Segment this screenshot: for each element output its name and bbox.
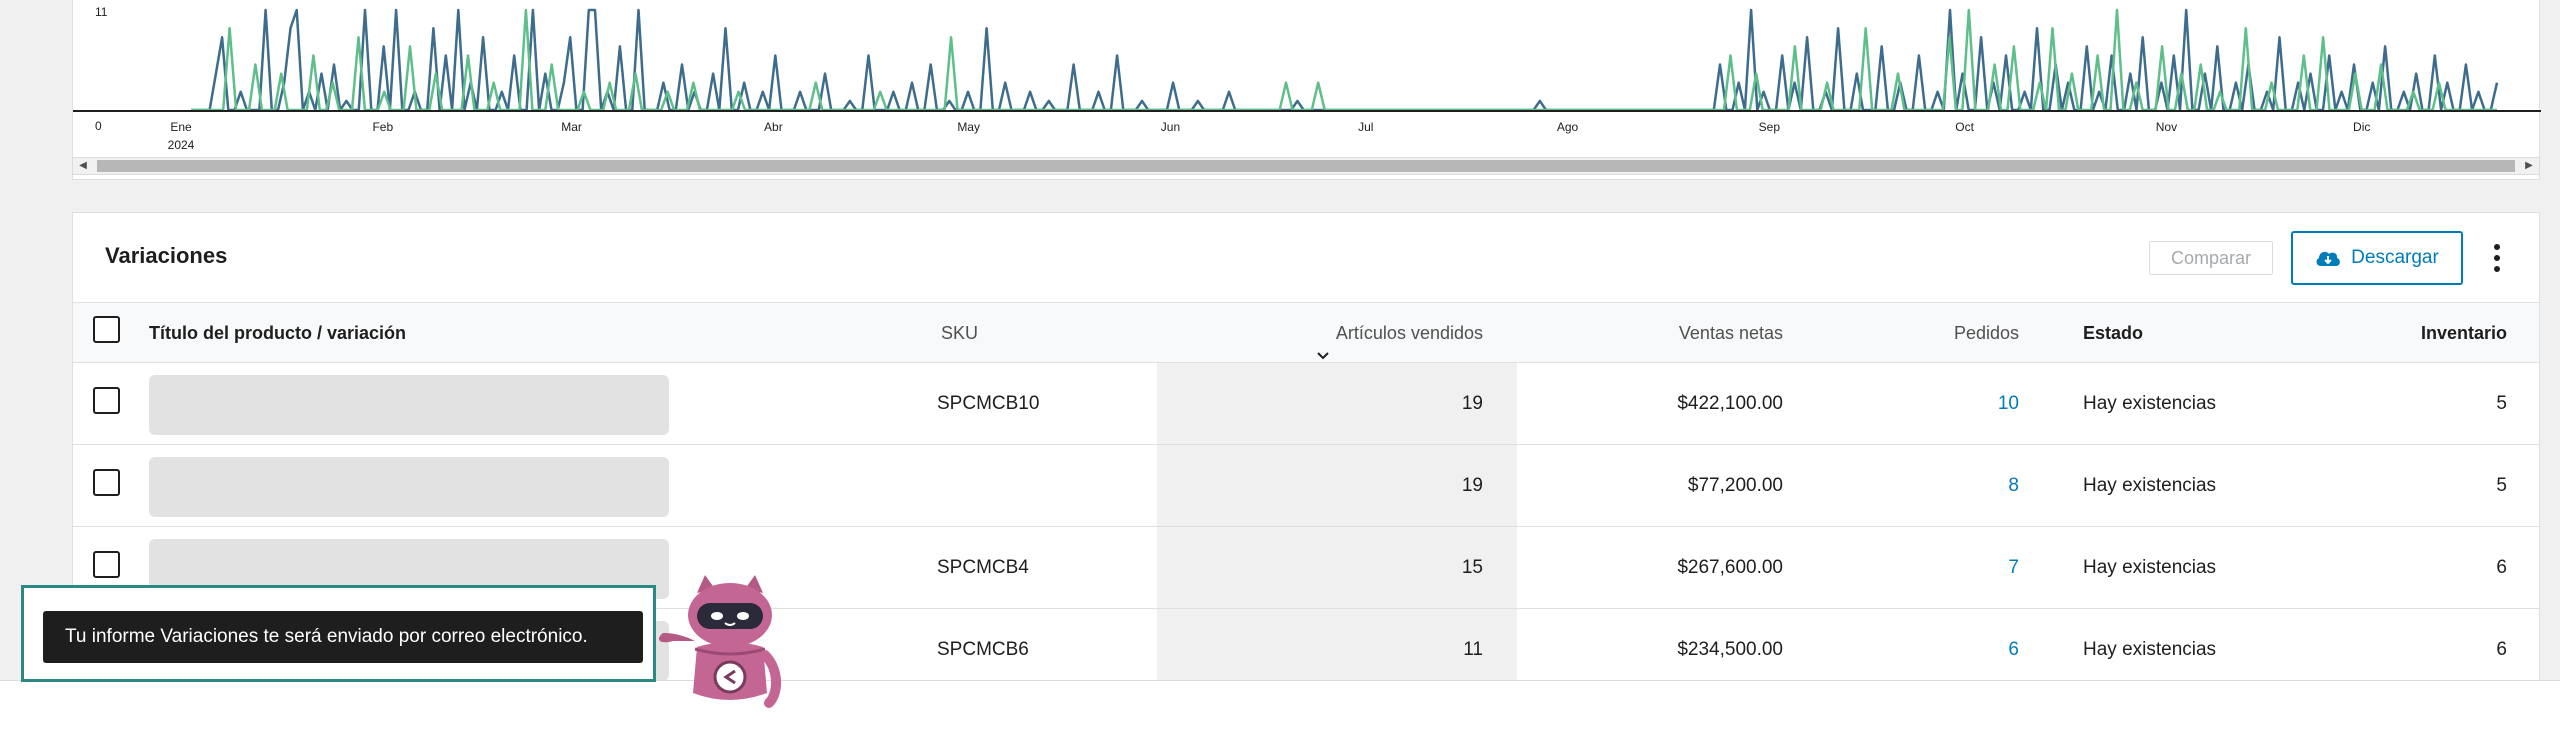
x-tick-label: Sep: [1759, 120, 1781, 134]
chart-scrollbar[interactable]: ◀ ▶: [72, 157, 2540, 175]
col-orders[interactable]: Pedidos: [1833, 303, 2019, 363]
col-inventory[interactable]: Inventario: [2313, 303, 2507, 363]
scroll-left-icon[interactable]: ◀: [73, 158, 93, 174]
col-status: Estado: [2083, 323, 2144, 343]
x-tick-label: Abr: [764, 120, 783, 134]
x-tick-label: Ago: [1557, 120, 1579, 134]
y-tick-label: 11: [95, 5, 108, 19]
cell-net-sales: $422,100.00: [1677, 393, 1783, 414]
y-tick-label: 0: [95, 119, 102, 133]
x-tick-label: Feb: [372, 120, 393, 134]
col-sku: SKU: [941, 323, 979, 343]
cell-status: Hay existencias: [2083, 475, 2217, 496]
col-net-sales[interactable]: Ventas netas: [1523, 303, 1783, 363]
cell-status: Hay existencias: [2083, 557, 2217, 578]
cell-net-sales: $234,500.00: [1677, 639, 1783, 660]
compare-button[interactable]: Comparar: [2149, 241, 2273, 275]
product-title-placeholder: [149, 457, 669, 517]
cell-sold: 15: [1461, 557, 1483, 578]
row-checkbox[interactable]: [93, 551, 120, 578]
cell-net-sales: $77,200.00: [1687, 475, 1783, 496]
cell-orders[interactable]: 6: [1833, 609, 2019, 691]
line-chart: 11 0 Ene Feb Mar Abr May Jun Jul Ago Sep Oct Nov Dic 2…: [73, 5, 2541, 152]
kebab-menu-icon[interactable]: [2485, 237, 2509, 279]
footer-strip: [0, 680, 2560, 731]
snackbar-highlight-frame: Tu informe Variaciones te será enviado p…: [21, 585, 656, 682]
cell-inventory: 6: [2496, 557, 2507, 578]
cell-sku: SPCMCB10: [937, 393, 1040, 414]
x-tick-label: May: [957, 120, 980, 134]
x-tick-label: Nov: [2156, 120, 2177, 134]
cell-inventory: 5: [2496, 393, 2507, 414]
x-tick-label: Jun: [1161, 120, 1180, 134]
row-checkbox[interactable]: [93, 387, 120, 414]
cell-sold: 11: [1463, 639, 1483, 660]
col-product[interactable]: Título del producto / variación: [149, 303, 406, 363]
x-tick-label: Ene: [170, 120, 192, 134]
cell-sku: SPCMCB4: [937, 557, 1029, 578]
cell-inventory: 6: [2496, 639, 2507, 660]
product-title-placeholder: [149, 375, 669, 435]
col-sold-label: Artículos vendidos: [1335, 323, 1483, 343]
table-row: SPCMCB10 19 $422,100.00 10 Hay existencias 5: [73, 363, 2539, 445]
cell-status: Hay existencias: [2083, 393, 2217, 414]
x-tick-label: Dic: [2353, 120, 2370, 134]
chart-panel: 11 0 Ene Feb Mar Abr May Jun Jul Ago Sep Oct Nov Dic 2…: [72, 0, 2541, 180]
scroll-thumb[interactable]: [97, 160, 2515, 172]
x-tick-label: Mar: [561, 120, 582, 134]
cell-sku: SPCMCB6: [937, 639, 1029, 660]
cell-net-sales: $267,600.00: [1677, 557, 1783, 578]
cell-sold: 19: [1461, 393, 1483, 414]
cell-orders[interactable]: 10: [1833, 363, 2019, 445]
cloud-download-icon: [2316, 251, 2341, 266]
cell-status: Hay existencias: [2083, 639, 2217, 660]
select-all-checkbox[interactable]: [93, 316, 120, 343]
scroll-right-icon[interactable]: ▶: [2519, 158, 2539, 174]
x-year-label: 2024: [168, 138, 195, 152]
cell-sku: [937, 445, 1137, 527]
download-label: Descargar: [2351, 247, 2439, 268]
table-row: 19 $77,200.00 8 Hay existencias 5: [73, 445, 2539, 527]
table-head: Título del producto / variación SKU Artí…: [73, 303, 2539, 363]
row-checkbox[interactable]: [93, 469, 120, 496]
x-tick-label: Jul: [1358, 120, 1373, 134]
series-line-dark: [191, 8, 2499, 112]
snackbar-notice: Tu informe Variaciones te será enviado p…: [43, 611, 643, 663]
table-title: Variaciones: [105, 243, 228, 268]
col-sold[interactable]: Artículos vendidos: [1163, 303, 1483, 363]
cell-inventory: 5: [2496, 475, 2507, 496]
cell-orders[interactable]: 8: [1833, 445, 2019, 527]
chevron-down-icon: [1316, 327, 1330, 360]
table-header-bar: Variaciones Comparar Descargar: [73, 213, 2539, 303]
x-tick-label: Oct: [1955, 120, 1974, 134]
cell-sold: 19: [1461, 475, 1483, 496]
cell-orders[interactable]: 7: [1833, 527, 2019, 609]
robot-mascot-icon: [658, 575, 781, 708]
download-button[interactable]: Descargar: [2291, 231, 2463, 285]
